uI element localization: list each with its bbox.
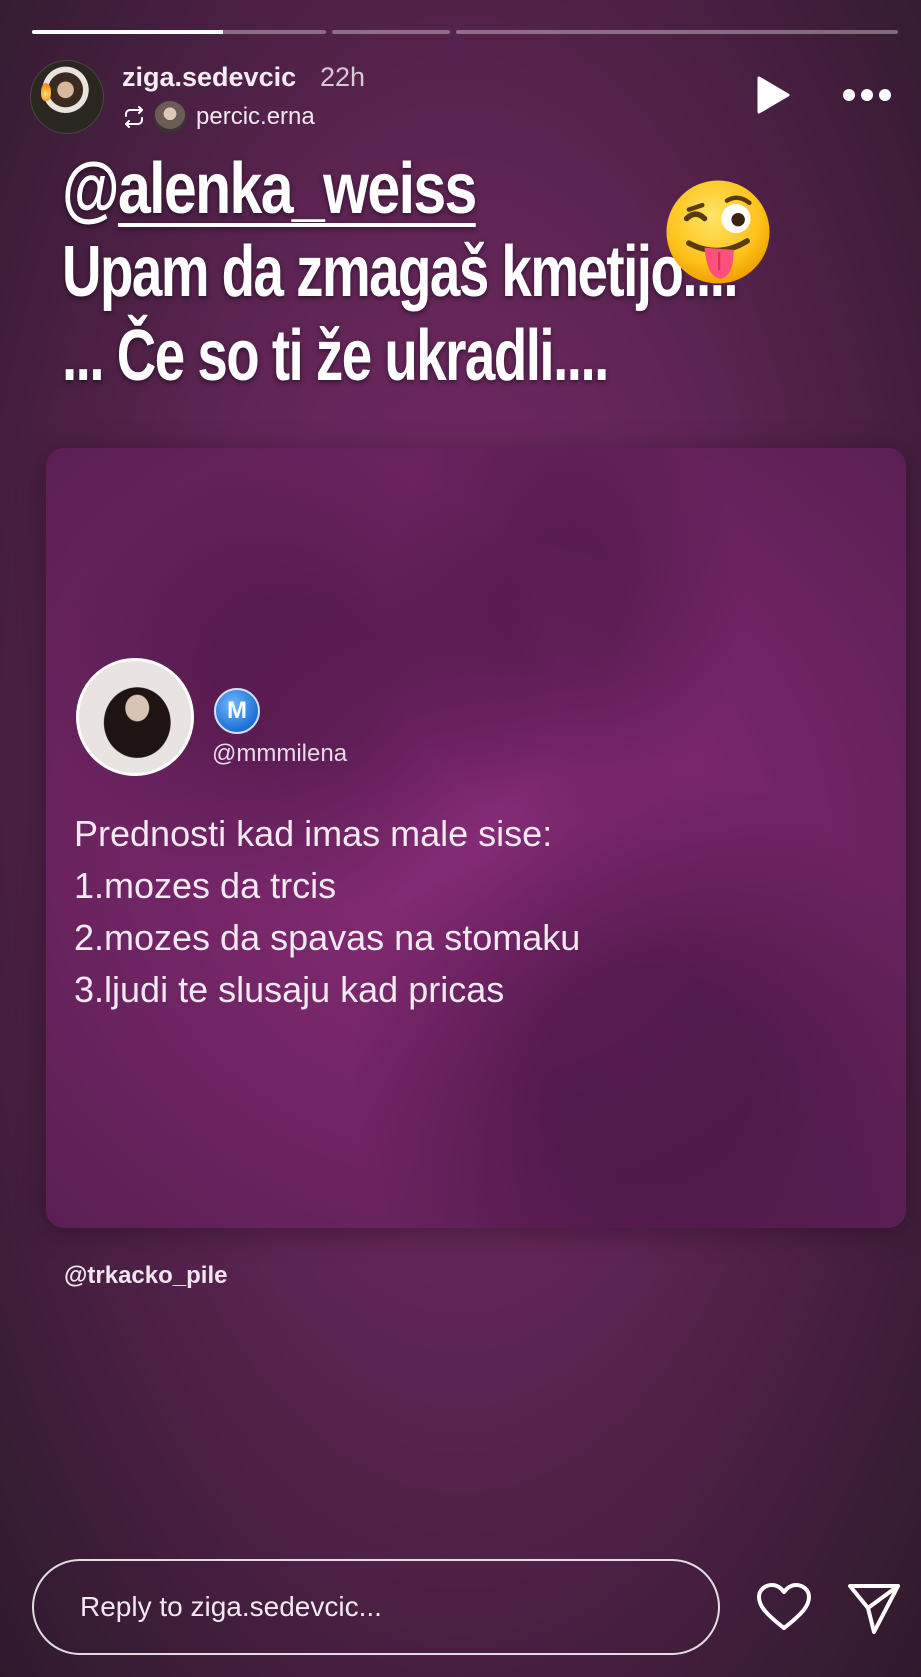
more-dot-icon [843,89,855,101]
progress-segment-2 [332,30,450,34]
post-text-line: Prednosti kad imas male sise: [74,813,553,854]
repost-attribution[interactable]: percic.erna [122,100,315,134]
mention-prefix: @ [62,149,120,229]
reposted-post-card[interactable]: M @mmmilena Prednosti kad imas male sise… [46,448,906,1228]
repost-icon [125,106,143,128]
winking-face-with-tongue-icon [666,180,770,284]
post-badge-icon: M [214,688,260,734]
send-icon[interactable] [846,1580,902,1636]
story-timestamp: 22h [320,62,366,92]
progress-segment-1 [32,30,326,34]
reply-placeholder: Reply to ziga.sedevcic... [80,1591,382,1622]
heart-icon[interactable] [756,1582,812,1632]
progress-segment-3 [456,30,898,34]
mention-line[interactable]: @alenka_weiss [62,148,718,230]
mention-handle[interactable]: alenka_weiss [118,149,477,229]
caption-line-1: Upam da zmagaš kmetijo.... [62,232,739,312]
post-author-handle: @mmmilena [212,740,348,767]
caption-line-2: ... Če so ti že ukradli.... [62,316,609,396]
story-header: ziga.sedevcic 22h percic.erna [30,60,891,136]
repost-source-avatar [154,101,186,133]
post-author-avatar [76,658,194,776]
post-text: Prednosti kad imas male sise: 1.mozes da… [74,808,580,1016]
more-dot-icon [879,89,891,101]
repost-source-username: percic.erna [196,103,315,130]
author-username[interactable]: ziga.sedevcic [122,62,296,93]
story-progress-bar [32,30,921,34]
more-dot-icon [861,89,873,101]
flame-icon [41,83,51,101]
post-text-line: 3.ljudi te slusaju kad pricas [74,969,505,1010]
play-icon[interactable] [755,75,791,115]
source-mention[interactable]: @trkacko_pile [64,1262,227,1290]
more-options-button[interactable] [843,85,891,105]
author-avatar[interactable] [30,60,104,134]
reply-input[interactable]: Reply to ziga.sedevcic... [32,1559,720,1655]
post-text-line: 2.mozes da spavas na stomaku [74,917,581,958]
post-text-line: 1.mozes da trcis [74,865,337,906]
story-viewer: ziga.sedevcic 22h percic.erna @alenka_we… [0,0,921,1677]
